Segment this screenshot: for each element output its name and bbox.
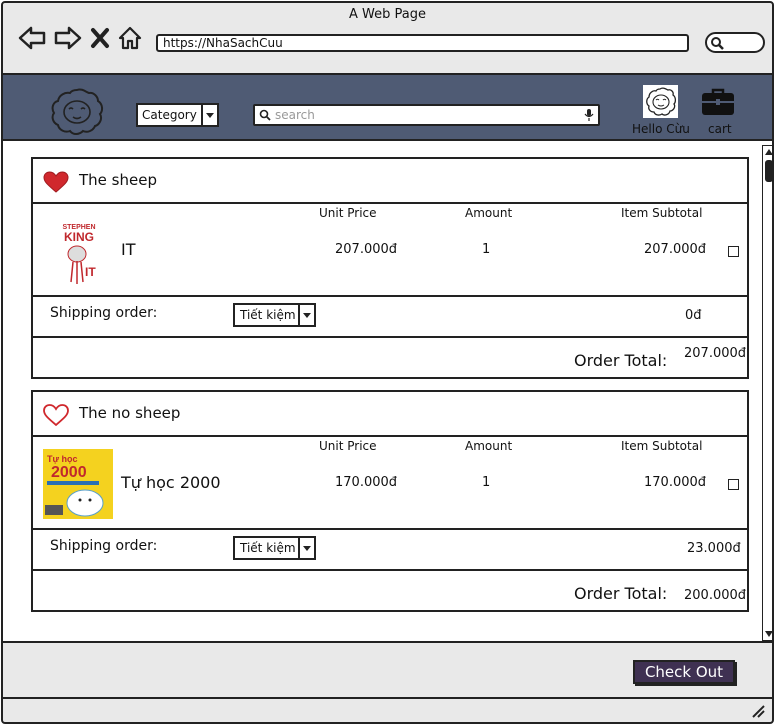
url-bar[interactable]: https://NhaSachCuu xyxy=(156,34,689,52)
checkout-button[interactable]: Check Out xyxy=(633,660,735,684)
nav-controls xyxy=(17,25,143,51)
shipping-select[interactable]: Tiết kiệm xyxy=(233,536,316,560)
product-name[interactable]: Tự học 2000 xyxy=(121,473,221,492)
amount-header: Amount xyxy=(465,206,513,220)
amount-value[interactable]: 1 xyxy=(482,242,490,257)
unit-price: 207.000đ xyxy=(335,242,398,257)
user-greeting[interactable]: Hello Cừu xyxy=(632,122,690,136)
chevron-down-icon[interactable] xyxy=(298,305,314,325)
back-arrow-icon[interactable] xyxy=(17,25,47,51)
close-icon[interactable] xyxy=(89,25,111,51)
order-total-row: Order Total: 200.000đ xyxy=(33,571,747,610)
window-title: A Web Page xyxy=(349,7,426,22)
shipping-option: Tiết kiệm xyxy=(240,541,296,555)
order-total-label: Order Total: xyxy=(574,351,668,370)
avatar[interactable] xyxy=(643,85,678,118)
shop-name[interactable]: The no sheep xyxy=(79,404,180,422)
heart-outline-icon[interactable] xyxy=(43,404,69,426)
shipping-label: Shipping order: xyxy=(50,538,158,554)
book-cover-tu-hoc-2000[interactable]: Tự học 2000 xyxy=(43,449,115,521)
microphone-icon[interactable] xyxy=(584,108,594,122)
shipping-fee: 0đ xyxy=(685,308,702,323)
sheep-logo-icon[interactable] xyxy=(49,87,105,135)
search-placeholder: search xyxy=(275,108,315,122)
shipping-option: Tiết kiệm xyxy=(240,308,296,322)
cart-label[interactable]: cart xyxy=(708,122,732,136)
unit-price-header: Unit Price xyxy=(319,206,377,220)
order-total-value: 207.000đ xyxy=(684,346,747,361)
shipping-fee: 23.000đ xyxy=(687,541,741,556)
forward-arrow-icon[interactable] xyxy=(53,25,83,51)
shop-header: The sheep xyxy=(33,159,747,204)
heart-filled-icon[interactable] xyxy=(43,171,69,193)
browser-window: A Web Page https://NhaSachCuu Category s… xyxy=(1,1,774,724)
shipping-row: Shipping order: Tiết kiệm 0đ xyxy=(33,297,747,338)
scroll-thumb[interactable] xyxy=(765,160,772,182)
order-card: The no sheep Unit Price Amount Item Subt… xyxy=(31,390,749,612)
item-subtotal: 207.000đ xyxy=(644,242,707,257)
shipping-select[interactable]: Tiết kiệm xyxy=(233,303,316,327)
product-row: Unit Price Amount Item Subtotal STEPHEN … xyxy=(33,204,747,297)
book-cover-it[interactable]: STEPHEN KING IT xyxy=(43,216,115,288)
cover-title-line1: Tự học xyxy=(47,454,78,464)
app-header: Category search Hello Cừu cart xyxy=(3,73,772,141)
shipping-row: Shipping order: Tiết kiệm 23.000đ xyxy=(33,530,747,571)
cover-title-line2: 2000 xyxy=(51,464,87,481)
order-card: The sheep Unit Price Amount Item Subtota… xyxy=(31,157,749,379)
unit-price: 170.000đ xyxy=(335,475,398,490)
shop-header: The no sheep xyxy=(33,392,747,437)
chevron-down-icon[interactable] xyxy=(298,538,314,558)
cover-author2: KING xyxy=(64,230,94,244)
scroll-up-icon[interactable] xyxy=(764,147,774,157)
order-total-row: Order Total: 207.000đ xyxy=(33,338,747,377)
search-input[interactable]: search xyxy=(253,104,600,126)
browser-search[interactable] xyxy=(705,32,765,53)
resize-grip-icon[interactable] xyxy=(750,704,766,718)
search-icon xyxy=(711,37,724,50)
sheep-avatar-icon xyxy=(646,87,677,116)
amount-value[interactable]: 1 xyxy=(482,475,490,490)
cart-icon[interactable] xyxy=(701,87,735,117)
amount-header: Amount xyxy=(465,439,513,453)
order-total-value: 200.000đ xyxy=(684,588,747,603)
product-name[interactable]: IT xyxy=(121,240,136,259)
category-dropdown[interactable]: Category xyxy=(136,103,219,127)
unit-price-header: Unit Price xyxy=(319,439,377,453)
home-icon[interactable] xyxy=(117,25,143,51)
item-subtotal: 170.000đ xyxy=(644,475,707,490)
select-item-checkbox[interactable] xyxy=(728,479,739,490)
checkout-bar: Check Out xyxy=(3,641,772,699)
category-label: Category xyxy=(142,108,197,122)
chevron-down-icon[interactable] xyxy=(201,105,217,125)
scroll-down-icon[interactable] xyxy=(764,629,774,639)
item-subtotal-header: Item Subtotal xyxy=(621,439,703,453)
select-item-checkbox[interactable] xyxy=(728,246,739,257)
item-subtotal-header: Item Subtotal xyxy=(621,206,703,220)
product-row: Unit Price Amount Item Subtotal Tự học 2… xyxy=(33,437,747,530)
shop-name[interactable]: The sheep xyxy=(79,171,157,189)
shipping-label: Shipping order: xyxy=(50,305,158,321)
scrollbar[interactable] xyxy=(762,145,774,641)
cover-title: IT xyxy=(85,265,96,279)
search-icon xyxy=(259,109,271,121)
order-total-label: Order Total: xyxy=(574,584,668,603)
